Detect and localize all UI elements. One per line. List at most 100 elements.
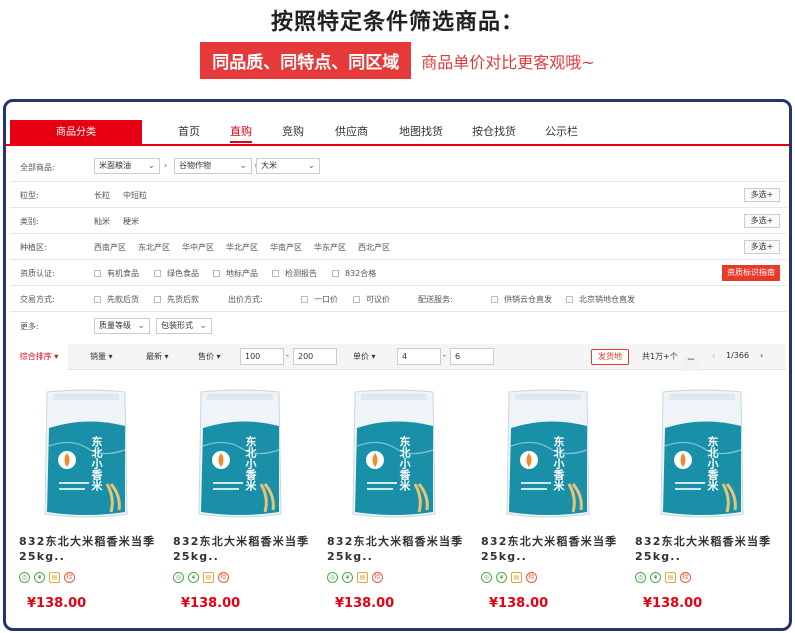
cert-checkbox-green[interactable]: 绿色食品: [154, 268, 199, 279]
product-card[interactable]: 东北小香米 832东北大米稻香米当季25kg.. ◎ ❦ ▤ 检 ¥138.00: [318, 374, 471, 628]
next-page-icon[interactable]: ›: [760, 351, 763, 360]
sort-default[interactable]: 综合排序 ▾: [10, 344, 68, 370]
cert-checkbox-832[interactable]: 832合格: [332, 268, 376, 279]
promo-note: 商品单价对比更客观哦~: [421, 52, 595, 72]
green-food-icon: ❦: [650, 572, 661, 583]
unit-min-input[interactable]: 4: [397, 348, 441, 365]
filter-row-certification: 资质认证: 有机食品 绿色食品 地标产品 检测报告 832合格 资质标识指南: [10, 260, 786, 286]
product-card[interactable]: 东北小香米 832东北大米稻香米当季25kg.. ◎ ❦ ▤ 检 ¥138.00: [472, 374, 625, 628]
filter-row-type: 类别: 籼米 粳米 多选+: [10, 208, 786, 234]
price-max-input[interactable]: 200: [293, 348, 337, 365]
price-checkbox-negotiable[interactable]: 可议价: [353, 294, 390, 305]
unit-max-input[interactable]: 6: [450, 348, 494, 365]
product-title[interactable]: 832东北大米稻香米当季25kg..: [19, 534, 169, 564]
filter-label: 出价方式:: [228, 295, 263, 304]
product-card[interactable]: 东北小香米 832东北大米稻香米当季25kg.. ◎ ❦ ▤ 检 ¥138.00: [164, 374, 317, 628]
geo-product-icon: ▤: [511, 572, 522, 583]
category-menu-button[interactable]: 商品分类: [10, 120, 142, 146]
product-image[interactable]: 东北小香米: [503, 388, 593, 520]
product-price: ¥138.00: [489, 596, 549, 611]
origin-filter-button[interactable]: 发货地: [591, 349, 629, 365]
sort-unit-price[interactable]: 单价 ▾: [353, 351, 376, 362]
price-checkbox-fixed[interactable]: 一口价: [301, 294, 338, 305]
cert-icons: ◎ ❦ ▤ 检: [173, 572, 229, 583]
prev-page-icon[interactable]: ‹: [712, 351, 715, 360]
product-title[interactable]: 832东北大米稻香米当季25kg..: [173, 534, 323, 564]
sort-newest[interactable]: 最新 ▾: [146, 351, 169, 362]
filter-row-category: 全部商品: 米面粮油⌄ › 谷物作物⌄ › 大米⌄: [10, 152, 786, 182]
chevron-down-icon: ⌄: [307, 161, 315, 171]
filter-option[interactable]: 西北产区: [358, 242, 390, 253]
package-type-select[interactable]: 包装形式 ⌄: [156, 318, 212, 334]
product-image[interactable]: 东北小香米: [657, 388, 747, 520]
filter-option[interactable]: 东北产区: [138, 242, 170, 253]
sort-sales[interactable]: 销量 ▾: [90, 351, 113, 362]
delivery-checkbox-cloud[interactable]: 供销云仓直发: [491, 294, 552, 305]
geo-product-icon: ▤: [357, 572, 368, 583]
cert-icons: ◎ ❦ ▤ 检: [635, 572, 691, 583]
sort-price[interactable]: 售价 ▾: [198, 351, 221, 362]
quality-grade-select[interactable]: 质量等级 ⌄: [94, 318, 150, 334]
nav-item-map-search[interactable]: 地图找货: [399, 123, 443, 139]
product-card[interactable]: 东北小香米 832东北大米稻香米当季25kg.. ◎ ❦ ▤ 检 ¥138.00: [10, 374, 163, 628]
trade-checkbox-prepay[interactable]: 先款后货: [94, 294, 139, 305]
nav-item-home[interactable]: 首页: [178, 123, 200, 139]
package-label: 东北小香米: [706, 436, 719, 491]
filter-row-region: 种植区: 西南产区 东北产区 华中产区 华北产区 华南产区 华东产区 西北产区 …: [10, 234, 786, 260]
product-image[interactable]: 东北小香米: [41, 388, 131, 520]
filter-option[interactable]: 中短粒: [123, 190, 147, 201]
price-min-input[interactable]: 100: [240, 348, 284, 365]
filter-label: 粒型:: [20, 191, 39, 200]
organic-icon: ◎: [327, 572, 338, 583]
category-select-2[interactable]: 谷物作物 ⌄: [174, 158, 252, 174]
cert-icons: ◎ ❦ ▤ 检: [19, 572, 75, 583]
filter-option[interactable]: 华南产区: [270, 242, 302, 253]
range-dash: -: [443, 351, 446, 360]
multi-select-button[interactable]: 多选+: [744, 214, 780, 228]
package-label: 东北小香米: [244, 436, 257, 491]
product-card[interactable]: 东北小香米 832东北大米稻香米当季25kg.. ◎ ❦ ▤ 检 ¥138.00: [626, 374, 779, 628]
filter-option[interactable]: 西南产区: [94, 242, 126, 253]
filter-label: 种植区:: [20, 243, 47, 252]
product-image[interactable]: 东北小香米: [195, 388, 285, 520]
product-title[interactable]: 832东北大米稻香米当季25kg..: [481, 534, 631, 564]
chevron-right-icon: ›: [164, 161, 168, 170]
filter-option[interactable]: 华北产区: [226, 242, 258, 253]
multi-select-button[interactable]: 多选+: [744, 188, 780, 202]
filter-option[interactable]: 粳米: [123, 216, 139, 227]
delivery-checkbox-beijing[interactable]: 北京销地仓直发: [566, 294, 635, 305]
organic-icon: ◎: [19, 572, 30, 583]
nav-item-direct-buy[interactable]: 直购: [230, 123, 252, 143]
multi-select-button[interactable]: 多选+: [744, 240, 780, 254]
cert-guide-button[interactable]: 资质标识指南: [722, 265, 780, 281]
cert-checkbox-organic[interactable]: 有机食品: [94, 268, 139, 279]
trade-checkbox-postpay[interactable]: 先货后款: [154, 294, 199, 305]
filter-option[interactable]: 长粒: [94, 190, 110, 201]
filter-row-grain: 粒型: 长粒 中短粒 多选+: [10, 182, 786, 208]
green-food-icon: ❦: [496, 572, 507, 583]
filter-option[interactable]: 华中产区: [182, 242, 214, 253]
nav-item-bidding[interactable]: 竞购: [282, 123, 304, 139]
product-title[interactable]: 832东北大米稻香米当季25kg..: [327, 534, 477, 564]
page-indicator: 1/366: [726, 351, 750, 360]
cert-checkbox-report[interactable]: 检测报告: [272, 268, 317, 279]
category-select-1[interactable]: 米面粮油 ⌄: [94, 158, 160, 174]
chevron-down-icon: ⌄: [137, 321, 145, 331]
scroll-top-icon[interactable]: ▔: [682, 357, 700, 371]
filter-option[interactable]: 籼米: [94, 216, 110, 227]
filter-label: 类别:: [20, 217, 39, 226]
nav-item-notice-board[interactable]: 公示栏: [545, 123, 578, 139]
product-title[interactable]: 832东北大米稻香米当季25kg..: [635, 534, 785, 564]
nav-item-warehouse-search[interactable]: 按仓找货: [472, 123, 516, 139]
sort-bar: 综合排序 ▾ 销量 ▾ 最新 ▾ 售价 ▾ 100 - 200 单价 ▾ 4 -…: [10, 344, 786, 370]
category-select-3[interactable]: 大米 ⌄: [256, 158, 320, 174]
green-food-icon: ❦: [188, 572, 199, 583]
package-label: 东北小香米: [90, 436, 103, 491]
product-price: ¥138.00: [335, 596, 395, 611]
filter-option[interactable]: 华东产区: [314, 242, 346, 253]
filter-label: 资质认证:: [20, 269, 55, 278]
cert-checkbox-geo[interactable]: 地标产品: [213, 268, 258, 279]
geo-product-icon: ▤: [49, 572, 60, 583]
product-image[interactable]: 东北小香米: [349, 388, 439, 520]
nav-item-suppliers[interactable]: 供应商: [335, 123, 368, 139]
